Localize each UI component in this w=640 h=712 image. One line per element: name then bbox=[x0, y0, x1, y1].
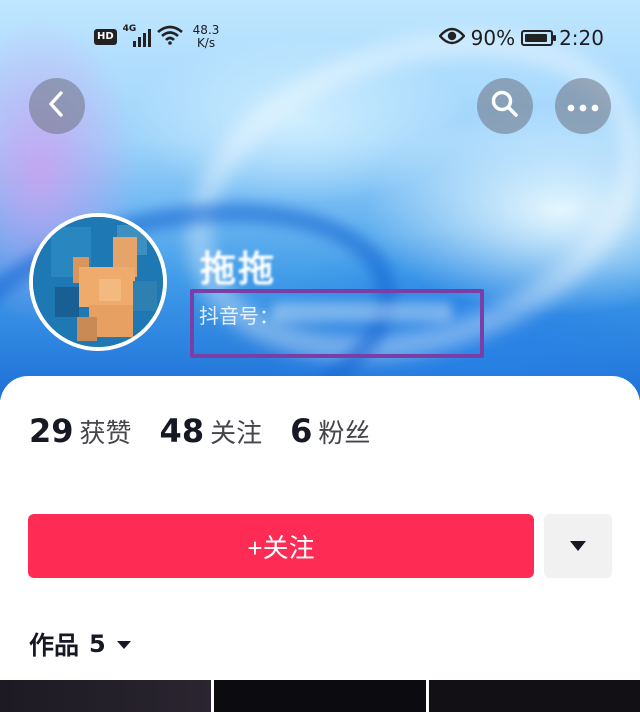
stat-value: 29 bbox=[29, 412, 74, 450]
profile-stats: 29 获赞 48 关注 6 粉丝 bbox=[29, 412, 398, 450]
stat-value: 48 bbox=[159, 412, 205, 450]
battery-percent: 90% bbox=[470, 26, 516, 50]
video-thumbnail[interactable] bbox=[428, 680, 640, 712]
avatar[interactable] bbox=[29, 213, 167, 351]
speed-unit: K/s bbox=[196, 36, 216, 50]
wifi-icon bbox=[156, 25, 183, 49]
clock: 2:20 bbox=[559, 26, 604, 50]
network-speed: 48.3 K/s bbox=[193, 24, 220, 50]
battery-icon bbox=[521, 30, 557, 46]
battery-fill bbox=[525, 34, 548, 42]
stat-label: 关注 bbox=[210, 419, 263, 449]
back-arrow-icon bbox=[45, 90, 69, 122]
triangle-down-icon bbox=[569, 537, 587, 556]
stat-followers[interactable]: 6 粉丝 bbox=[290, 412, 370, 450]
status-left: HD 4G 48.3 K/s bbox=[94, 24, 219, 50]
stat-label: 粉丝 bbox=[318, 419, 371, 449]
eye-icon bbox=[438, 26, 466, 50]
profile-username: 拖拖 bbox=[200, 249, 277, 290]
video-thumbnail[interactable] bbox=[214, 680, 426, 712]
status-right: 90% 2:20 bbox=[438, 26, 604, 50]
search-button[interactable] bbox=[477, 78, 533, 134]
search-icon bbox=[490, 89, 520, 123]
annotation-highlight-box bbox=[190, 289, 484, 358]
speed-value: 48.3 bbox=[192, 23, 220, 37]
status-bar: HD 4G 48.3 K/s 90% 2:20 bbox=[0, 22, 640, 56]
stat-likes[interactable]: 29 获赞 bbox=[29, 412, 132, 450]
hd-badge: HD bbox=[94, 29, 117, 45]
follow-button[interactable]: +关注 bbox=[28, 514, 534, 578]
stat-following[interactable]: 48 关注 bbox=[160, 412, 263, 450]
more-button[interactable] bbox=[555, 78, 611, 134]
works-tab-label: 作品 bbox=[29, 631, 80, 660]
back-button[interactable] bbox=[29, 78, 85, 134]
profile-sheet: 29 获赞 48 关注 6 粉丝 +关注 作品 5 bbox=[0, 376, 640, 712]
works-grid bbox=[0, 680, 640, 712]
more-dots-icon bbox=[567, 97, 599, 116]
video-thumbnail[interactable] bbox=[0, 680, 212, 712]
tab-works[interactable]: 作品 5 bbox=[29, 626, 132, 662]
stat-label: 获赞 bbox=[79, 419, 132, 449]
triangle-down-icon bbox=[116, 635, 132, 654]
recommend-dropdown-button[interactable] bbox=[544, 514, 612, 578]
works-tab-count: 5 bbox=[89, 630, 106, 658]
stat-value: 6 bbox=[290, 412, 313, 450]
signal-icon: 4G bbox=[123, 24, 151, 47]
